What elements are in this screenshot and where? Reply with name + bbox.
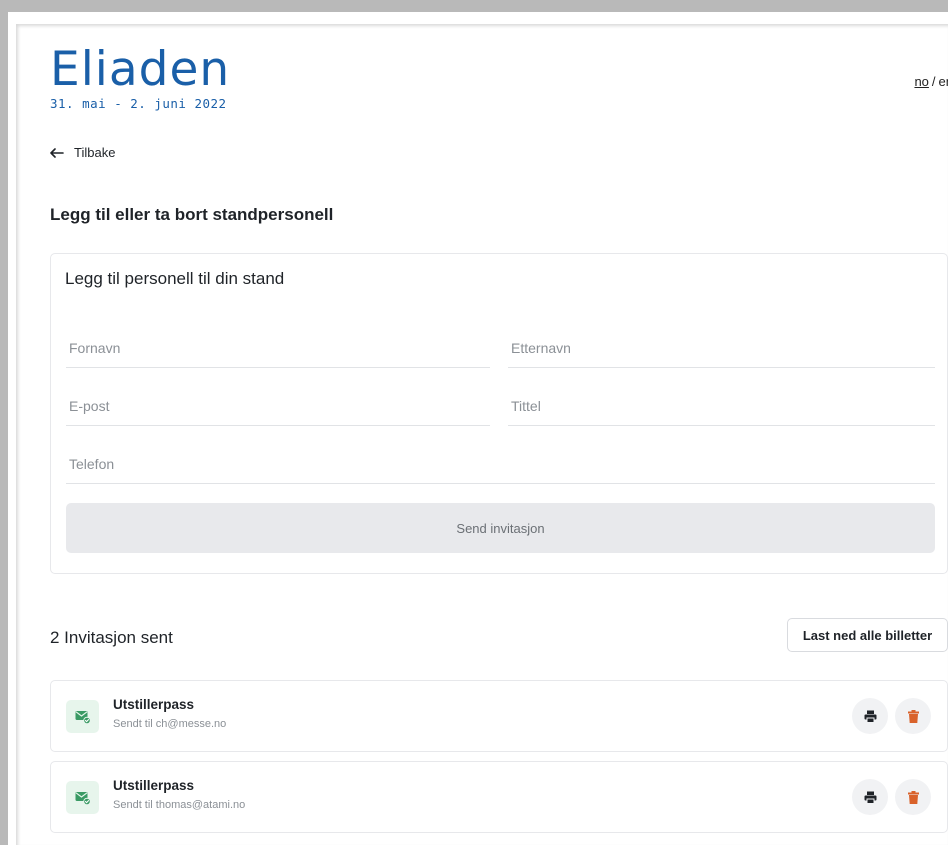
phone-field[interactable]: [66, 444, 935, 484]
lang-no-link[interactable]: no: [914, 74, 928, 89]
mail-check-icon: [66, 700, 99, 733]
form-title: Legg til personell til din stand: [65, 269, 285, 288]
email-input[interactable]: [69, 398, 490, 414]
page-title: Legg til eller ta bort standpersonell: [50, 205, 334, 224]
lang-separator: /: [931, 74, 936, 89]
phone-input[interactable]: [69, 456, 935, 472]
invitation-title: Utstillerpass: [113, 778, 195, 793]
mail-check-icon: [66, 781, 99, 814]
back-link[interactable]: Tilbake: [50, 145, 115, 160]
invitations-heading: 2 Invitasjon sent: [50, 628, 173, 647]
invitation-recipient: Sendt til thomas@atami.no: [113, 799, 246, 811]
last-name-input[interactable]: [511, 340, 935, 356]
invitation-item: Utstillerpass Sendt til ch@messe.no: [50, 680, 948, 752]
arrow-left-icon: [50, 146, 64, 159]
job-title-input[interactable]: [511, 398, 935, 414]
back-label: Tilbake: [74, 145, 116, 160]
print-button[interactable]: [852, 779, 888, 815]
print-button[interactable]: [852, 698, 888, 734]
invitation-title: Utstillerpass: [113, 697, 195, 712]
first-name-field[interactable]: [66, 328, 490, 368]
logo-wordmark: Eliaden: [50, 42, 231, 97]
lang-en-link[interactable]: en: [939, 74, 948, 89]
last-name-field[interactable]: [508, 328, 935, 368]
printer-icon: [864, 710, 876, 723]
add-staff-form: Legg til personell til din stand Send in…: [50, 253, 948, 574]
job-title-field[interactable]: [508, 386, 935, 426]
window-frame: Eliaden 31. mai - 2. juni 2022 no/en Til…: [0, 0, 948, 845]
email-field[interactable]: [66, 386, 490, 426]
download-all-tickets-button[interactable]: Last ned alle billetter: [787, 618, 948, 652]
page: Eliaden 31. mai - 2. juni 2022 no/en Til…: [16, 24, 948, 845]
language-switcher: no/en: [914, 74, 948, 89]
logo-dates: 31. mai - 2. juni 2022: [50, 96, 227, 111]
logo[interactable]: Eliaden 31. mai - 2. juni 2022: [50, 42, 231, 112]
trash-icon: [907, 709, 919, 723]
delete-button[interactable]: [895, 779, 931, 815]
trash-icon: [907, 790, 919, 804]
printer-icon: [864, 791, 876, 804]
send-invitation-button[interactable]: Send invitasjon: [66, 503, 935, 553]
delete-button[interactable]: [895, 698, 931, 734]
invitation-item: Utstillerpass Sendt til thomas@atami.no: [50, 761, 948, 833]
invitation-recipient: Sendt til ch@messe.no: [113, 718, 227, 730]
first-name-input[interactable]: [69, 340, 490, 356]
